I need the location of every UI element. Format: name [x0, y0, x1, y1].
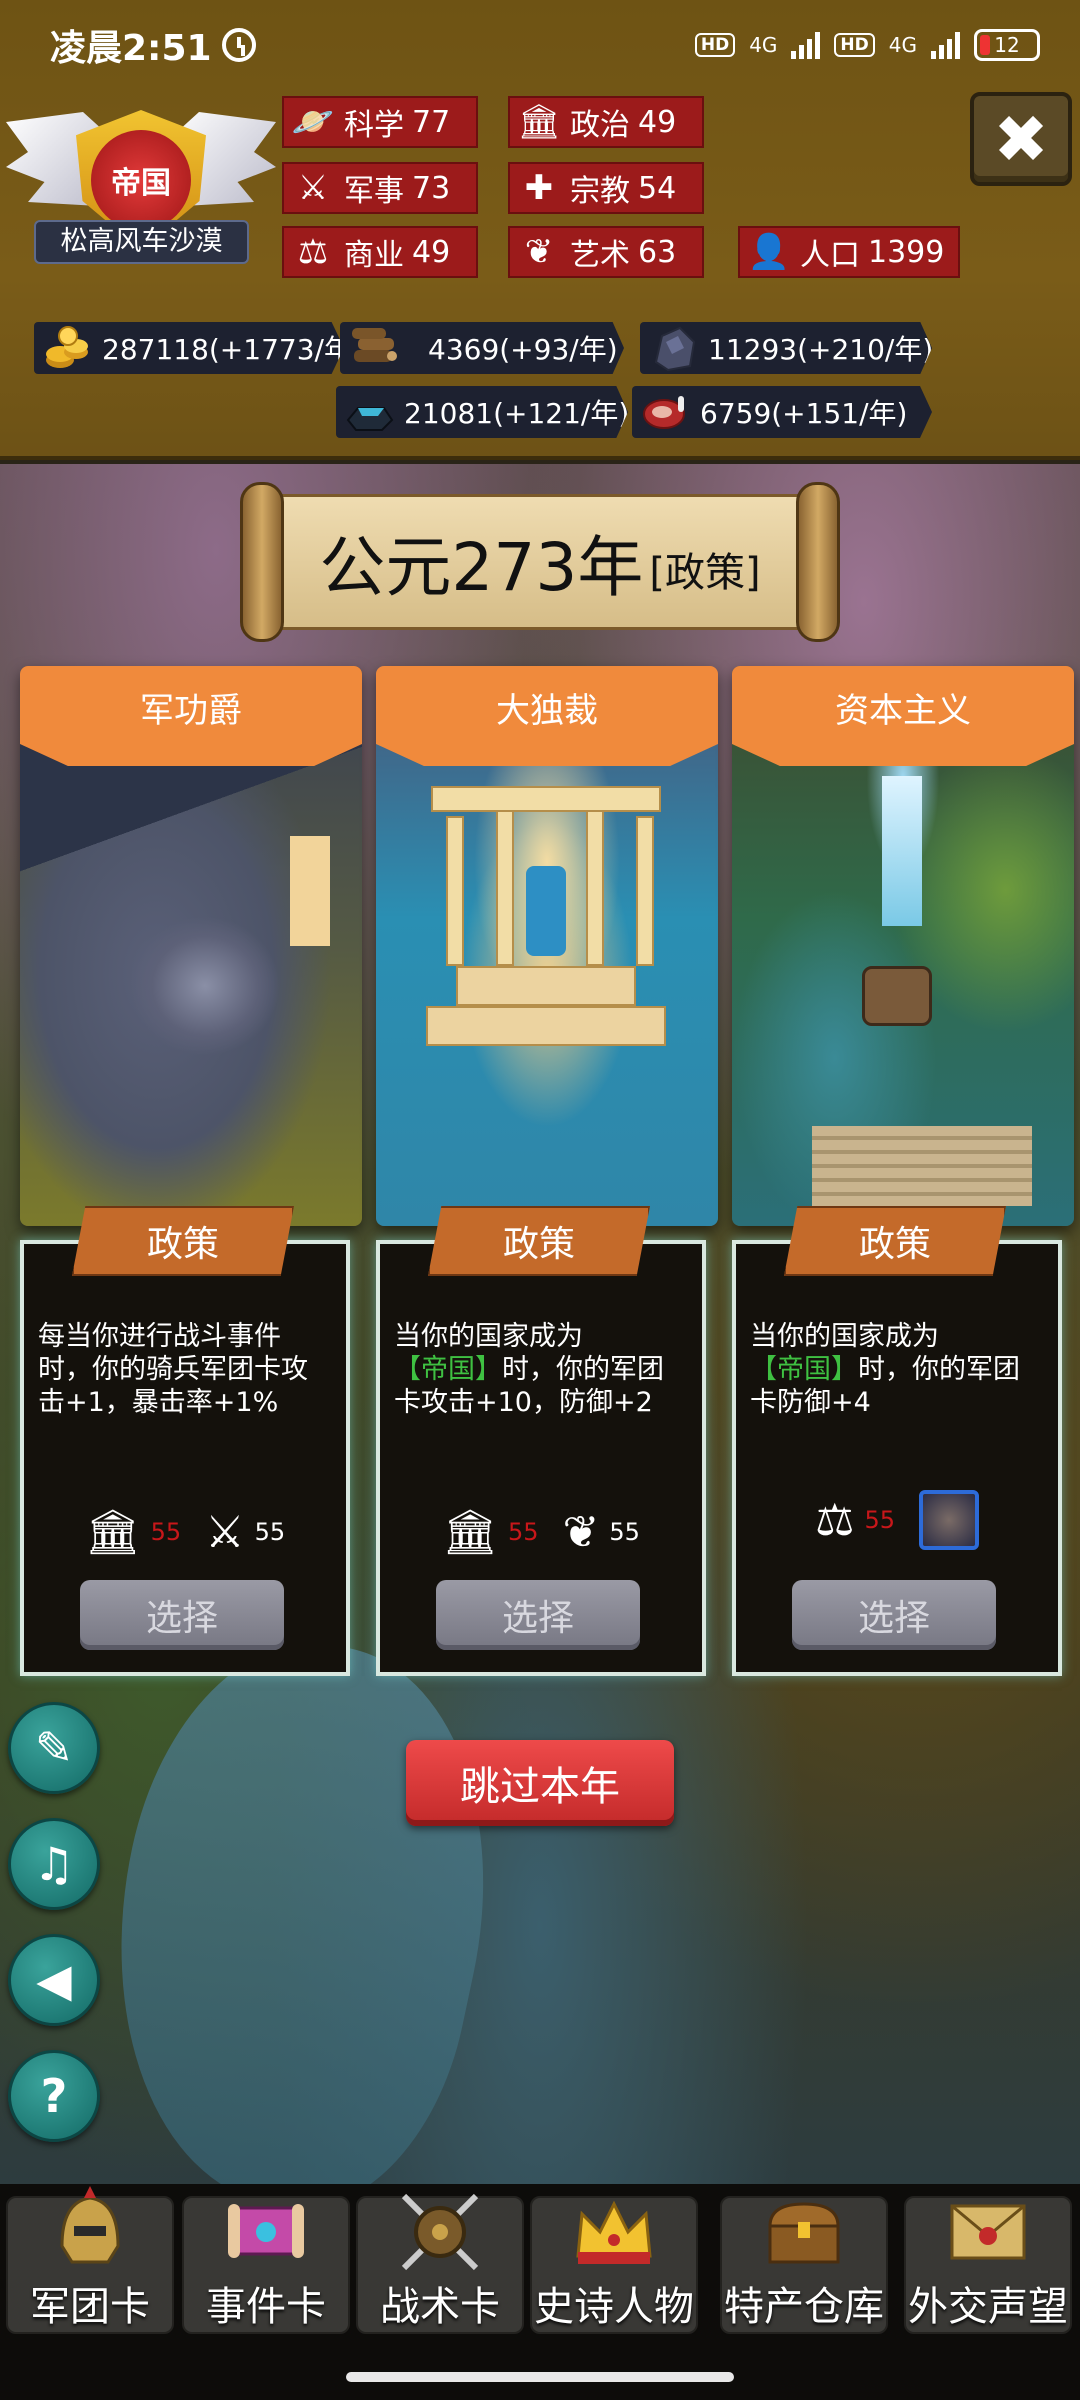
- year-banner: 公元273年 [政策]: [240, 482, 840, 642]
- scroll-icon: [228, 2204, 304, 2258]
- lotus-icon: ❦: [562, 1506, 600, 1558]
- sound-button[interactable]: ◀: [8, 1934, 100, 2026]
- bottom-navigation: 军团卡 事件卡 战术卡 史诗人物 特产仓库 外交声望: [0, 2184, 1080, 2400]
- card-type-tag: 政策: [784, 1206, 1006, 1276]
- policy-card-art[interactable]: 资本主义: [732, 666, 1074, 1226]
- card-title: 资本主义: [732, 666, 1074, 766]
- treasure-chest-icon: [768, 2202, 840, 2264]
- river-terrain: [65, 1612, 535, 2236]
- battery-icon: 12: [974, 29, 1040, 61]
- card-description: 当你的国家成为【帝国】时，你的军团卡防御+4: [750, 1321, 1020, 1418]
- signal-icon: [791, 31, 821, 59]
- empire-badge: 帝国: [91, 130, 191, 230]
- select-button[interactable]: 选择: [80, 1580, 284, 1650]
- crossed-swords-icon: ⚔: [297, 168, 329, 208]
- requirement-value: 55: [254, 1518, 286, 1546]
- music-button[interactable]: ♫: [8, 1818, 100, 1910]
- stone-ore-icon: [654, 326, 696, 372]
- policy-card-details: 当你的国家成为【帝国】时，你的军团卡攻击+10，防御+2 🏛 55 ❦ 55 选…: [376, 1240, 706, 1676]
- stat-military: ⚔ 军事 73: [282, 162, 478, 214]
- character-portrait-icon: [919, 1490, 979, 1550]
- journal-button[interactable]: ✎: [8, 1702, 100, 1794]
- person-icon: 👤: [747, 232, 791, 272]
- alarm-icon: [221, 28, 256, 62]
- home-indicator[interactable]: [346, 2372, 734, 2382]
- government-building-icon: 🏛: [442, 1507, 498, 1558]
- music-note-icon: ♫: [33, 1837, 75, 1891]
- meat-icon: [643, 396, 685, 429]
- card-description: 每当你进行战斗事件时，你的骑兵军团卡攻击+1，暴击率+1%: [38, 1321, 308, 1418]
- wood-logs-icon: [352, 328, 397, 362]
- crossed-swords-icon: ⚔: [205, 1506, 245, 1558]
- card-title: 大独裁: [376, 666, 718, 766]
- card-type-tag: 政策: [72, 1206, 294, 1276]
- nav-diplomacy[interactable]: 外交声望: [904, 2196, 1072, 2334]
- signal-icon: [931, 31, 960, 59]
- lotus-icon: ❦: [524, 232, 554, 272]
- stat-population: 👤 人口 1399: [738, 226, 960, 278]
- resource-stone: 11293(+210/年): [640, 322, 932, 374]
- stat-commerce: ⚖ 商业 49: [282, 226, 478, 278]
- stat-art: ❦ 艺术 63: [508, 226, 704, 278]
- requirement-value: 55: [507, 1518, 539, 1546]
- resource-header: 凌晨2:51 HD 4G HD 4G 12 帝国 松高风车沙漠 🪐 科学 77 …: [0, 0, 1080, 460]
- close-icon: ✖: [993, 100, 1049, 178]
- policy-card-details: 当你的国家成为【帝国】时，你的军团卡防御+4 ⚖ 55 选择: [732, 1240, 1062, 1676]
- nation-name: 松高风车沙漠: [34, 220, 249, 264]
- nav-event-cards[interactable]: 事件卡: [182, 2196, 350, 2334]
- planet-icon: 🪐: [291, 102, 335, 142]
- requirement-value: 55: [609, 1518, 640, 1546]
- nav-specialty-warehouse[interactable]: 特产仓库: [720, 2196, 888, 2334]
- clock-time: 凌晨2:51: [50, 28, 212, 69]
- help-icon: ?: [40, 2069, 68, 2123]
- network-type: 4G: [749, 33, 778, 57]
- skip-year-button[interactable]: 跳过本年: [406, 1740, 674, 1826]
- resource-gold: 287118(+1773/年): [34, 322, 344, 374]
- nav-tactic-cards[interactable]: 战术卡: [356, 2193, 524, 2334]
- resource-iron: 21081(+121/年): [336, 386, 628, 438]
- requirement-value: 55: [864, 1506, 895, 1534]
- scales-icon: ⚖: [815, 1494, 855, 1546]
- book-quill-icon: ✎: [34, 1721, 74, 1775]
- helmet-icon: [60, 2186, 120, 2264]
- hd-icon: HD: [694, 33, 736, 57]
- help-button[interactable]: ?: [8, 2050, 100, 2142]
- hd-icon: HD: [834, 33, 875, 57]
- stat-politics: 🏛 政治 49: [508, 96, 704, 148]
- network-type: 4G: [888, 33, 917, 57]
- cross-icon: ✚: [524, 168, 554, 208]
- resource-wood: 4369(+93/年): [340, 322, 624, 374]
- phase-label: [政策]: [649, 550, 761, 596]
- year-title: 公元273年: [319, 529, 644, 606]
- select-button[interactable]: 选择: [792, 1580, 996, 1650]
- nav-legion-cards[interactable]: 军团卡: [6, 2186, 174, 2334]
- policy-card-art[interactable]: 大独裁: [376, 666, 718, 1226]
- stat-science: 🪐 科学 77: [282, 96, 478, 148]
- government-building-icon: 🏛: [84, 1507, 141, 1558]
- select-button[interactable]: 选择: [436, 1580, 640, 1650]
- resource-meat: 6759(+151/年): [632, 386, 932, 438]
- iron-ingot-icon: [346, 407, 394, 431]
- speaker-icon: ◀: [36, 1953, 72, 2007]
- card-requirements: 🏛 55 ❦ 55: [380, 1506, 702, 1559]
- card-requirements: ⚖ 55: [736, 1490, 1058, 1550]
- card-title: 军功爵: [20, 666, 362, 766]
- requirement-value: 55: [150, 1518, 182, 1546]
- gold-coins-icon: [46, 326, 88, 368]
- government-building-icon: 🏛: [517, 102, 561, 142]
- shield-swords-icon: [401, 2193, 479, 2271]
- card-requirements: 🏛 55 ⚔ 55: [24, 1506, 346, 1559]
- policy-card-art[interactable]: 军功爵: [20, 666, 362, 1226]
- policy-card-details: 每当你进行战斗事件时，你的骑兵军团卡攻击+1，暴击率+1% 🏛 55 ⚔ 55 …: [20, 1240, 350, 1676]
- scales-icon: ⚖: [297, 232, 329, 272]
- nav-epic-heroes[interactable]: 史诗人物: [530, 2196, 698, 2334]
- card-type-tag: 政策: [428, 1206, 650, 1276]
- crown-icon: [576, 2200, 652, 2264]
- card-description: 当你的国家成为【帝国】时，你的军团卡攻击+10，防御+2: [394, 1321, 664, 1418]
- letter-envelope-icon: [950, 2204, 1026, 2260]
- stat-religion: ✚ 宗教 54: [508, 162, 704, 214]
- status-bar: 凌晨2:51 HD 4G HD 4G 12: [0, 0, 1080, 90]
- empire-emblem[interactable]: 帝国 松高风车沙漠: [6, 92, 276, 287]
- close-button[interactable]: ✖: [970, 92, 1072, 186]
